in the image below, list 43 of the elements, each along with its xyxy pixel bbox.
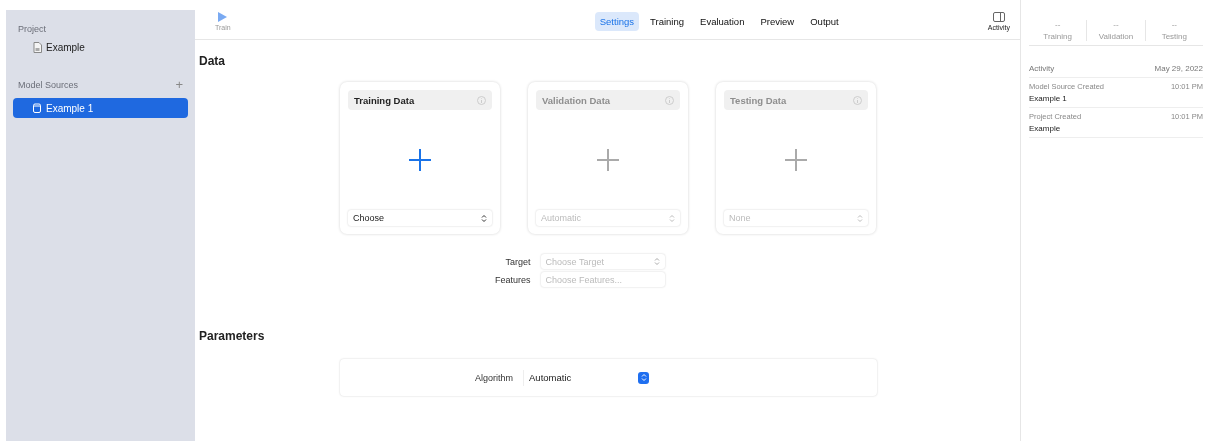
section-title: Data [198, 54, 226, 68]
info-icon [853, 95, 862, 105]
tab[interactable]: Output [805, 12, 844, 31]
metric-value: -- [1113, 20, 1119, 29]
add-icon[interactable] [408, 148, 432, 172]
tab[interactable]: Settings [594, 12, 640, 31]
field-label: Target [504, 256, 531, 267]
event-subject: Example 1 [1029, 94, 1068, 103]
section-title: Parameters [198, 329, 266, 343]
source-item[interactable]: Example 1 [13, 98, 188, 118]
section-label: Project [17, 24, 47, 34]
tab[interactable]: Preview [755, 12, 800, 31]
add-icon[interactable] [596, 148, 620, 172]
card-header: Testing Data [724, 90, 868, 110]
metric-label: Training [1043, 32, 1072, 41]
add-icon[interactable] [784, 148, 808, 172]
project-item[interactable]: Example [13, 34, 188, 53]
card-header: Training Data [348, 90, 492, 110]
field-label: Algorithm [475, 372, 513, 383]
tab[interactable]: Training [645, 12, 690, 31]
card-header: Validation Data [536, 90, 680, 110]
section-label: Model Sources [17, 79, 80, 90]
metric-label: Testing [1161, 32, 1187, 41]
event-subject: Example [1029, 124, 1062, 133]
metric-value: -- [1055, 20, 1061, 29]
chevron-icon [481, 213, 487, 223]
metric-value: -- [1171, 20, 1177, 29]
chevron-icon [653, 257, 660, 266]
cylinder-icon [33, 103, 41, 113]
field-label: Features [495, 274, 531, 285]
tab[interactable]: Evaluation [695, 12, 750, 31]
chevron-icon [857, 213, 863, 223]
activity-title: Activity [1029, 64, 1055, 73]
data-select[interactable]: Choose [348, 210, 492, 226]
sidebar-icon [992, 12, 1005, 22]
metric-label: Validation [1098, 32, 1134, 41]
activity-date: May 29, 2022 [1154, 64, 1203, 73]
document-icon [33, 42, 42, 53]
info-icon [665, 95, 674, 105]
play-icon [218, 12, 228, 22]
chevron-icon [669, 213, 675, 223]
info-icon [477, 95, 486, 105]
algorithm-select[interactable]: Automatic [523, 369, 651, 386]
